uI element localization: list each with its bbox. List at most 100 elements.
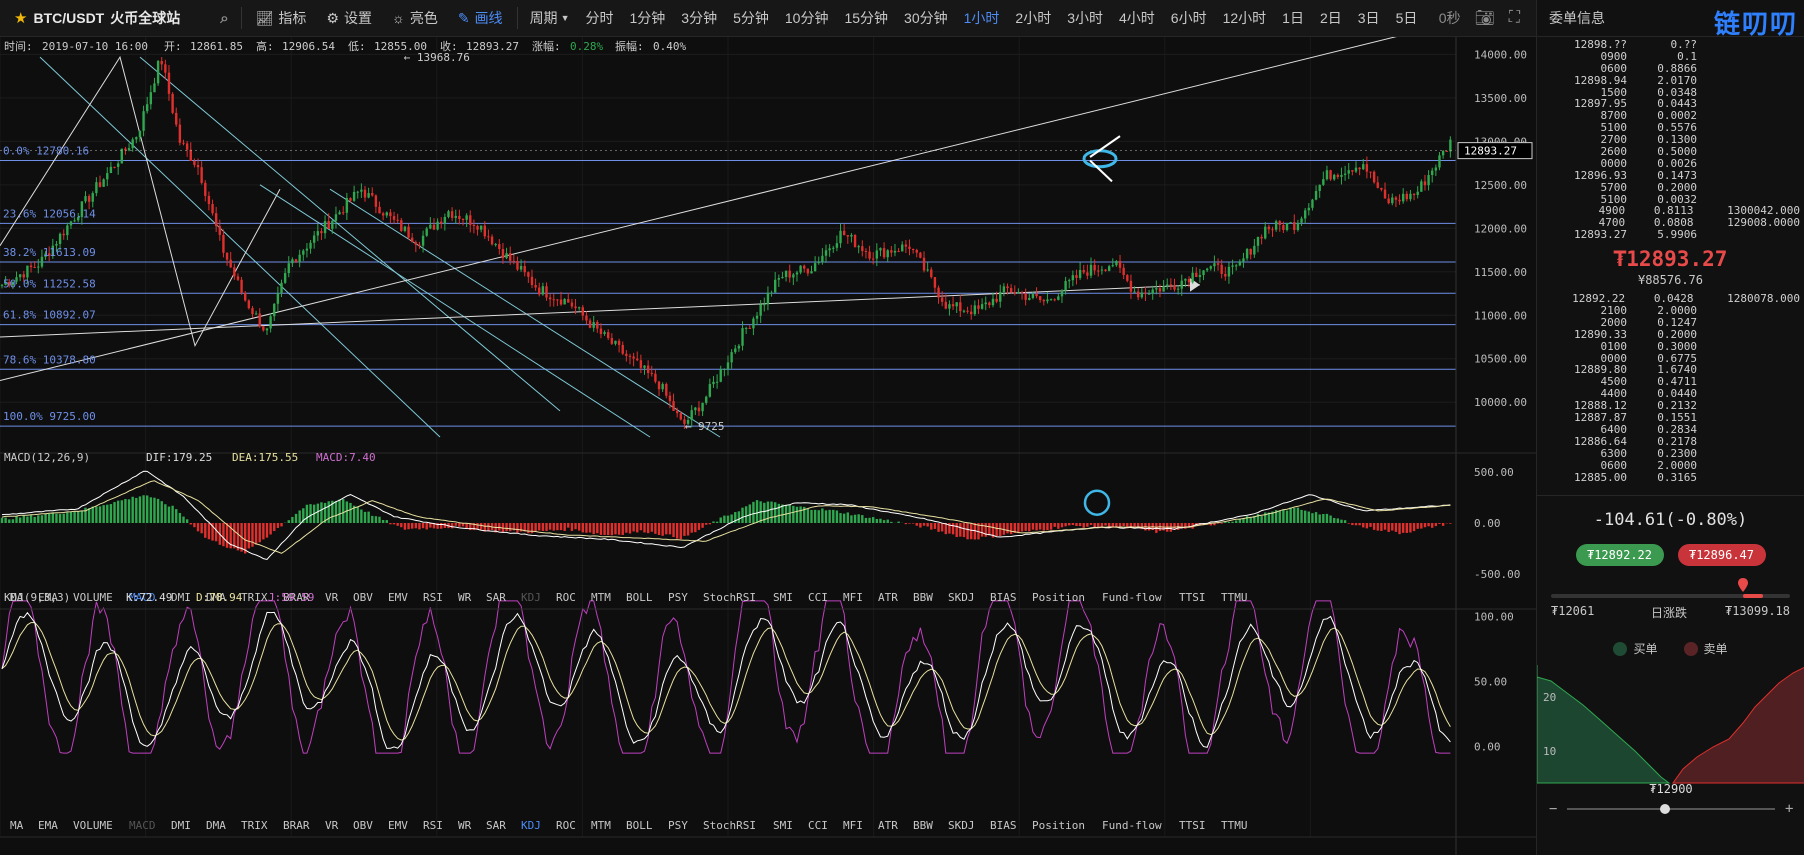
indicator-tab-mfi[interactable]: MFI	[843, 591, 863, 604]
indicator-tab-rsi[interactable]: RSI	[423, 819, 443, 832]
indicator-tab-roc[interactable]: ROC	[556, 819, 576, 832]
star-icon[interactable]: ★	[14, 9, 27, 27]
indicator-tab-volume[interactable]: VOLUME	[73, 819, 113, 832]
indicator-tab-dmi[interactable]: DMI	[171, 819, 191, 832]
indicator-tab-kdj[interactable]: KDJ	[521, 819, 541, 832]
zoom-slider-handle[interactable]	[1660, 804, 1670, 815]
indicator-tab-smi[interactable]: SMI	[773, 591, 793, 604]
indicator-tab-skdj[interactable]: SKDJ	[948, 819, 975, 832]
camera-icon[interactable]: 📷︎	[1474, 8, 1494, 28]
indicator-tab-smi[interactable]: SMI	[773, 819, 793, 832]
indicator-tab-bias[interactable]: BIAS	[990, 591, 1017, 604]
indicator-tab-mtm[interactable]: MTM	[591, 819, 611, 832]
period-4[interactable]: 10分钟	[777, 0, 837, 36]
symbol-selector[interactable]: ★ BTC/USDT 火币全球站 ⌕	[0, 0, 237, 36]
period-3[interactable]: 5分钟	[725, 0, 777, 36]
indicator-tab-vr[interactable]: VR	[325, 819, 339, 832]
zoom-out-icon[interactable]: −	[1549, 801, 1557, 817]
period-10[interactable]: 4小时	[1111, 0, 1163, 36]
indicator-tab-atr[interactable]: ATR	[878, 819, 898, 832]
indicator-tab-dmi[interactable]: DMI	[171, 591, 191, 604]
orderbook-row[interactable]: 12896.93 0.1473	[1537, 169, 1804, 182]
indicator-tab-stochrsi[interactable]: StochRSI	[703, 819, 756, 832]
indicator-tab-boll[interactable]: BOLL	[626, 819, 653, 832]
indicator-tab-ttmu[interactable]: TTMU	[1221, 591, 1248, 604]
indicator-tab-brar[interactable]: BRAR	[283, 819, 310, 832]
indicator-tab-fund-flow[interactable]: Fund-flow	[1102, 591, 1162, 604]
indicator-tab-rsi[interactable]: RSI	[423, 591, 443, 604]
orderbook-row[interactable]: 6300 0.2300	[1537, 447, 1804, 460]
depth-chart[interactable]: 20 10 ₮12900 − +	[1536, 665, 1804, 817]
sell-price-button[interactable]: ₮12896.47	[1677, 544, 1766, 567]
indicator-tab-cci[interactable]: CCI	[808, 819, 828, 832]
indicator-tab-bbw[interactable]: BBW	[913, 591, 933, 604]
indicator-tab-skdj[interactable]: SKDJ	[948, 591, 975, 604]
indicator-tab-bbw[interactable]: BBW	[913, 819, 933, 832]
period-dropdown[interactable]: 周期 ▼	[522, 0, 578, 36]
indicator-tab-ttsi[interactable]: TTSI	[1179, 819, 1206, 832]
indicator-tab-psy[interactable]: PSY	[668, 591, 688, 604]
orderbook-row[interactable]: 0100 0.3000	[1537, 340, 1804, 353]
period-0[interactable]: 分时	[577, 0, 621, 36]
buy-price-button[interactable]: ₮12892.22	[1575, 544, 1664, 567]
period-7[interactable]: 1小时	[956, 0, 1008, 36]
orderbook-row[interactable]: 12898.94 2.0170	[1537, 74, 1804, 87]
orderbook-row[interactable]: 5700 0.2000	[1537, 181, 1804, 194]
indicator-tab-trix[interactable]: TRIX	[241, 819, 268, 832]
indicator-tab-mtm[interactable]: MTM	[591, 591, 611, 604]
indicator-tab-trix[interactable]: TRIX	[241, 591, 268, 604]
indicator-tab-dma[interactable]: DMA	[206, 819, 226, 832]
period-1[interactable]: 1分钟	[621, 0, 673, 36]
period-12[interactable]: 12小时	[1215, 0, 1275, 36]
indicator-tab-ttsi[interactable]: TTSI	[1179, 591, 1206, 604]
indicator-tab-bias[interactable]: BIAS	[990, 819, 1017, 832]
indicator-tab-kdj[interactable]: KDJ	[521, 591, 541, 604]
indicator-tab-atr[interactable]: ATR	[878, 591, 898, 604]
draw-button[interactable]: ✎ 画线	[448, 0, 513, 36]
orderbook-row[interactable]: 12885.00 0.3165	[1537, 471, 1804, 484]
indicator-tab-emv[interactable]: EMV	[388, 819, 408, 832]
chart-area[interactable]: 14000.00 13500.00 13000.00 12500.00 12000.00…	[0, 27, 1536, 855]
orderbook-row[interactable]: 0600 0.8866	[1537, 62, 1804, 75]
period-2[interactable]: 3分钟	[673, 0, 725, 36]
indicator-tab-psy[interactable]: PSY	[668, 819, 688, 832]
fullscreen-icon[interactable]: ⛶	[1509, 9, 1520, 27]
indicator-tab-sar[interactable]: SAR	[486, 819, 506, 832]
period-14[interactable]: 2日	[1312, 0, 1350, 36]
theme-button[interactable]: ☼ 亮色	[382, 0, 448, 36]
period-8[interactable]: 2小时	[1007, 0, 1059, 36]
indicator-tab-macd[interactable]: MACD	[129, 819, 156, 832]
indicator-tab-volume[interactable]: VOLUME	[73, 591, 113, 604]
period-15[interactable]: 3日	[1350, 0, 1388, 36]
indicator-tab-wr[interactable]: WR	[458, 819, 472, 832]
indicator-tab-roc[interactable]: ROC	[556, 591, 576, 604]
period-6[interactable]: 30分钟	[896, 0, 956, 36]
search-icon[interactable]: ⌕	[220, 10, 228, 27]
indicator-tab-obv[interactable]: OBV	[353, 819, 373, 832]
period-13[interactable]: 1日	[1274, 0, 1312, 36]
indicator-tab-vr[interactable]: VR	[325, 591, 339, 604]
indicator-tab-emv[interactable]: EMV	[388, 591, 408, 604]
indicator-tab-position[interactable]: Position	[1032, 819, 1085, 832]
indicator-tab-cci[interactable]: CCI	[808, 591, 828, 604]
period-11[interactable]: 6小时	[1163, 0, 1215, 36]
indicator-tab-ema[interactable]: EMA	[38, 819, 58, 832]
orderbook-row[interactable]: 0600 2.0000	[1537, 459, 1804, 472]
zoom-in-icon[interactable]: +	[1785, 801, 1793, 817]
indicator-tab-wr[interactable]: WR	[458, 591, 472, 604]
orderbook-row[interactable]: 0900 0.1	[1537, 50, 1804, 63]
indicator-tab-position[interactable]: Position	[1032, 591, 1085, 604]
indicator-tab-ma[interactable]: MA	[10, 819, 24, 832]
orderbook-row[interactable]: 12890.33 0.2000	[1537, 328, 1804, 341]
indicator-tab-boll[interactable]: BOLL	[626, 591, 653, 604]
indicator-tab-stochrsi[interactable]: StochRSI	[703, 591, 756, 604]
indicator-tab-ttmu[interactable]: TTMU	[1221, 819, 1248, 832]
indicator-tab-sar[interactable]: SAR	[486, 591, 506, 604]
indicators-button[interactable]: 📈︎ 指标	[246, 0, 317, 36]
period-9[interactable]: 3小时	[1059, 0, 1111, 36]
period-16[interactable]: 5日	[1388, 0, 1426, 36]
orderbook-row[interactable]: 12893.27 5.9906	[1537, 229, 1804, 241]
chart-svg[interactable]: 14000.0013500.0013000.0012500.0012000.00…	[0, 27, 1536, 855]
orderbook-row[interactable]: 0000 0.0026	[1537, 158, 1804, 170]
indicator-tab-mfi[interactable]: MFI	[843, 819, 863, 832]
